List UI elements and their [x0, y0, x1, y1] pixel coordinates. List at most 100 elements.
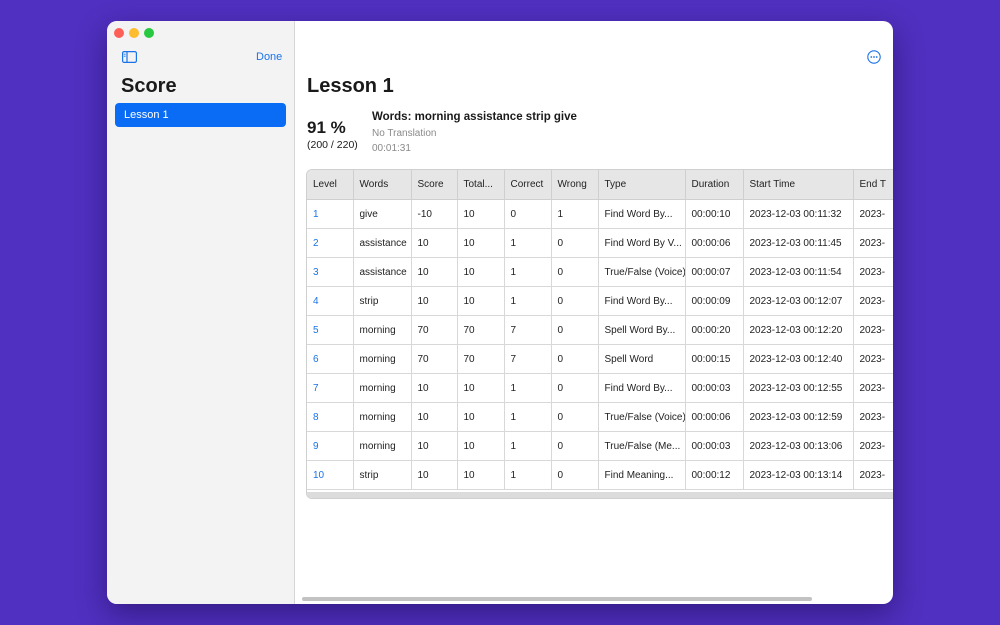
table-cell: Find Word By V... [598, 228, 686, 258]
table-cell: 70 [457, 315, 505, 345]
level-link[interactable]: 10 [307, 460, 354, 490]
table-cell: 10 [457, 257, 505, 287]
level-link[interactable]: 3 [307, 257, 354, 287]
table-cell: 10 [457, 199, 505, 229]
level-link[interactable]: 5 [307, 315, 354, 345]
page-title: Lesson 1 [307, 75, 394, 97]
horizontal-scrollbar[interactable] [302, 597, 812, 601]
table-cell: assistance [353, 228, 412, 258]
results-table-container[interactable]: Level Words Score Total... Correct Wrong Type D… [306, 169, 893, 499]
table-cell: 00:00:06 [685, 402, 744, 432]
table-cell: 10 [411, 228, 458, 258]
table-cell: 10 [411, 286, 458, 316]
level-link[interactable]: 8 [307, 402, 354, 432]
table-cell: 1 [504, 460, 552, 490]
close-window-button[interactable] [114, 28, 124, 38]
table-cell: morning [353, 431, 412, 461]
score-fraction: (200 / 220) [307, 139, 358, 151]
table-cell: 10 [457, 373, 505, 403]
table-row[interactable]: 6 morning 70 70 7 0 Spell Word 00:00:15 2023-12-… [307, 344, 893, 374]
minimize-window-button[interactable] [129, 28, 139, 38]
column-header[interactable]: Type [598, 170, 686, 200]
table-cell: assistance [353, 257, 412, 287]
table-row[interactable]: 4 strip 10 10 1 0 Find Word By... 00:00:09 2023-… [307, 286, 893, 316]
zoom-window-button[interactable] [144, 28, 154, 38]
table-cell: 2023- [853, 402, 893, 432]
column-header[interactable]: Start Time [743, 170, 854, 200]
elapsed-time: 00:01:31 [372, 143, 411, 154]
table-row[interactable]: 10 strip 10 10 1 0 Find Meaning... 00:00:12 2023… [307, 460, 893, 490]
table-cell: 0 [551, 286, 599, 316]
table-cell: 2023- [853, 373, 893, 403]
table-cell: morning [353, 373, 412, 403]
table-cell: 10 [457, 460, 505, 490]
table-cell: 2023- [853, 257, 893, 287]
table-cell: Find Word By... [598, 286, 686, 316]
table-cell: 00:00:15 [685, 344, 744, 374]
table-cell: 1 [551, 199, 599, 229]
table-cell: 00:00:12 [685, 460, 744, 490]
table-row[interactable]: 3 assistance 10 10 1 0 True/False (Voice) 00:00… [307, 257, 893, 287]
table-cell: morning [353, 315, 412, 345]
table-cell: True/False (Me... [598, 431, 686, 461]
table-cell: 1 [504, 373, 552, 403]
table-cell: 2023- [853, 315, 893, 345]
table-cell: 10 [457, 286, 505, 316]
table-cell: strip [353, 460, 412, 490]
column-header[interactable]: Words [353, 170, 412, 200]
table-cell: Find Word By... [598, 373, 686, 403]
app-window: Done Score Lesson 1 Lesson 1 91 % (200 /… [107, 21, 893, 604]
table-row[interactable]: 7 morning 10 10 1 0 Find Word By... 00:00:03 202… [307, 373, 893, 403]
translation-text: No Translation [372, 128, 437, 139]
level-link[interactable]: 1 [307, 199, 354, 229]
table-row[interactable]: 5 morning 70 70 7 0 Spell Word By... 00:00:20 20… [307, 315, 893, 345]
level-link[interactable]: 6 [307, 344, 354, 374]
table-row[interactable]: 8 morning 10 10 1 0 True/False (Voice) 00:00:06… [307, 402, 893, 432]
table-cell: 2023-12-03 00:13:06 [743, 431, 854, 461]
table-cell: 7 [504, 344, 552, 374]
table-cell: 1 [504, 402, 552, 432]
table-cell: 0 [551, 344, 599, 374]
column-header[interactable]: End T [853, 170, 893, 200]
table-cell: 2023- [853, 344, 893, 374]
table-row[interactable]: 2 assistance 10 10 1 0 Find Word By V... 00:00:… [307, 228, 893, 258]
table-footer [307, 492, 893, 498]
table-cell: 00:00:07 [685, 257, 744, 287]
table-cell: 0 [551, 431, 599, 461]
done-button[interactable]: Done [256, 51, 282, 63]
level-link[interactable]: 9 [307, 431, 354, 461]
sidebar: Done Score Lesson 1 [107, 21, 295, 604]
column-header[interactable]: Wrong [551, 170, 599, 200]
table-cell: True/False (Voice) [598, 257, 686, 287]
table-cell: 10 [457, 228, 505, 258]
column-header[interactable]: Total... [457, 170, 505, 200]
table-row[interactable]: 9 morning 10 10 1 0 True/False (Me... 00:00:03 2… [307, 431, 893, 461]
table-cell: 0 [551, 373, 599, 403]
table-cell: 2023- [853, 228, 893, 258]
table-cell: 00:00:06 [685, 228, 744, 258]
table-cell: 7 [504, 315, 552, 345]
more-ellipsis-icon[interactable] [867, 50, 881, 64]
column-header[interactable]: Level [307, 170, 354, 200]
level-link[interactable]: 4 [307, 286, 354, 316]
level-link[interactable]: 2 [307, 228, 354, 258]
table-cell: morning [353, 344, 412, 374]
table-cell: 0 [551, 402, 599, 432]
table-cell: 2023-12-03 00:13:14 [743, 460, 854, 490]
column-header[interactable]: Score [411, 170, 458, 200]
column-header[interactable]: Correct [504, 170, 552, 200]
column-header[interactable]: Duration [685, 170, 744, 200]
table-cell: 10 [457, 431, 505, 461]
table-cell: Spell Word [598, 344, 686, 374]
table-row[interactable]: 1 give -10 10 0 1 Find Word By... 00:00:10 2023-… [307, 199, 893, 229]
table-cell: Find Word By... [598, 199, 686, 229]
level-link[interactable]: 7 [307, 373, 354, 403]
table-cell: 0 [551, 228, 599, 258]
sidebar-toggle-icon[interactable] [122, 51, 137, 63]
table-cell: 0 [551, 460, 599, 490]
table-cell: 2023-12-03 00:12:55 [743, 373, 854, 403]
table-cell: 2023-12-03 00:12:20 [743, 315, 854, 345]
table-cell: give [353, 199, 412, 229]
sidebar-item-lesson-1[interactable]: Lesson 1 [115, 103, 286, 127]
table-cell: True/False (Voice) [598, 402, 686, 432]
